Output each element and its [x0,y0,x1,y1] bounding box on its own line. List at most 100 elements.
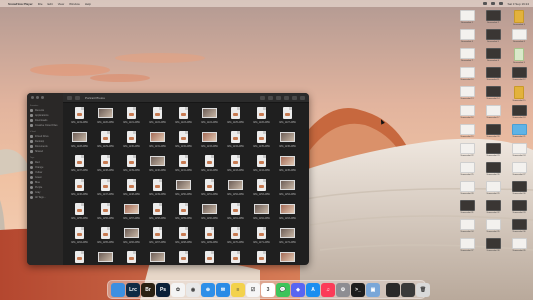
desktop-file-icon[interactable]: Screenshot 8 [481,48,505,62]
control-center-icon[interactable] [499,2,504,5]
file-item[interactable]: IMG_1244.ARW [249,154,274,178]
notes-app-icon[interactable]: ≡ [231,282,245,297]
desktop-file-icon[interactable]: Screenshot 7 [455,48,479,62]
terminal-app-icon[interactable]: >_ [351,282,365,297]
desktop-file-icon[interactable]: Screenshot 33 [507,200,531,214]
file-item[interactable]: IMG_1236.ARW [275,130,300,154]
desktop-file-icon[interactable]: Screenshot 35 [481,219,505,233]
battery-icon[interactable] [491,2,496,5]
file-item[interactable]: IMG_1253.ARW [249,178,274,202]
file-item[interactable]: IMG_1247.ARW [93,178,118,202]
preview-app-icon[interactable]: ▣ [366,282,380,297]
safari-app-icon[interactable]: ⊕ [201,282,215,297]
desktop-file-icon[interactable]: Screenshot 24 [507,143,531,157]
file-item[interactable]: IMG_1273.ARW [67,250,92,265]
file-item[interactable]: IMG_1254.ARW [275,178,300,202]
file-item[interactable]: IMG_1221.ARW [119,106,144,130]
photos-app-icon[interactable]: ✿ [171,282,185,297]
share-button[interactable] [276,95,281,100]
desktop-file-icon[interactable]: Screenshot 13 [455,86,479,100]
file-item[interactable]: IMG_1230.ARW [119,130,144,154]
desktop-file-icon[interactable]: Screenshot 12 [507,67,531,81]
file-item[interactable]: IMG_1274.ARW [93,250,118,265]
zoom-window-button[interactable] [41,96,44,99]
sidebar-item[interactable]: All Tags… [30,195,63,200]
desktop-file-icon[interactable]: Screenshot 34 [455,219,479,233]
desktop-file-icon[interactable]: Screenshot 15 [507,86,531,102]
file-item[interactable]: IMG_1220.ARW [93,106,118,130]
file-item[interactable]: IMG_1249.ARW [145,178,170,202]
file-item[interactable]: IMG_1243.ARW [223,154,248,178]
trash-icon[interactable]: 🗑 [416,282,430,297]
file-item[interactable]: IMG_1265.ARW [93,226,118,250]
desktop-file-icon[interactable]: Screenshot 21 [507,124,531,138]
sidebar-item[interactable]: Creative Cloud Files [30,123,63,128]
menubar-clock[interactable]: Sat 3 Sep 19:24 [507,2,529,6]
file-item[interactable]: IMG_1242.ARW [197,154,222,178]
file-item[interactable]: IMG_1267.ARW [145,226,170,250]
forward-button[interactable] [75,95,80,100]
file-item[interactable]: IMG_1258.ARW [145,202,170,226]
file-item[interactable]: IMG_1280.ARW [249,250,274,265]
file-item[interactable]: IMG_1275.ARW [119,250,144,265]
desktop-file-icon[interactable]: Screenshot 36 [507,219,531,233]
file-item[interactable]: IMG_1245.ARW [275,154,300,178]
back-button[interactable] [67,95,72,100]
file-item[interactable]: IMG_1238.ARW [93,154,118,178]
file-item[interactable]: IMG_1219.ARW [67,106,92,130]
file-item[interactable]: IMG_1264.ARW [67,226,92,250]
file-item[interactable]: IMG_1227.ARW [275,106,300,130]
file-item[interactable]: IMG_1226.ARW [249,106,274,130]
desktop-file-icon[interactable]: Screenshot 14 [481,86,505,100]
file-item[interactable]: IMG_1256.ARW [93,202,118,226]
desktop-file-icon[interactable]: Screenshot 32 [481,200,505,214]
desktop-file-icon[interactable]: Screenshot 20 [481,124,505,138]
menu-app-name[interactable]: SnowFlow Player [8,2,33,6]
file-item[interactable]: IMG_1269.ARW [197,226,222,250]
desktop-file-icon[interactable]: Screenshot 29 [481,181,505,195]
tag-button[interactable] [284,95,289,100]
group-button[interactable] [268,95,273,100]
file-item[interactable]: IMG_1251.ARW [197,178,222,202]
desktop-file-icon[interactable]: Screenshot 4 [455,29,479,43]
file-item[interactable]: IMG_1262.ARW [249,202,274,226]
file-item[interactable]: IMG_1240.ARW [145,154,170,178]
file-item[interactable]: IMG_1241.ARW [171,154,196,178]
sidebar-item[interactable]: Shared [30,149,63,154]
messages-app-icon[interactable]: 💬 [276,282,290,297]
file-item[interactable]: IMG_1239.ARW [119,154,144,178]
file-item[interactable]: IMG_1229.ARW [93,130,118,154]
desktop-file-icon[interactable]: Screenshot 16 [455,105,479,119]
desktop-file-icon[interactable]: Screenshot 11 [481,67,505,81]
view-mode-button[interactable] [260,95,265,100]
file-item[interactable]: IMG_1225.ARW [223,106,248,130]
desktop-file-icon[interactable]: Screenshot 30 [507,181,531,195]
file-item[interactable]: IMG_1270.ARW [223,226,248,250]
file-item[interactable]: IMG_1272.ARW [275,226,300,250]
file-item[interactable]: IMG_1233.ARW [197,130,222,154]
file-item[interactable]: IMG_1222.ARW [145,106,170,130]
desktop-file-icon[interactable]: Screenshot 25 [455,162,479,176]
desktop-file-icon[interactable]: Screenshot 6 [507,29,531,43]
file-item[interactable]: IMG_1246.ARW [67,178,92,202]
desktop-file-icon[interactable]: Screenshot 28 [455,181,479,195]
menu-help[interactable]: Help [85,2,91,6]
chrome-app-icon[interactable]: ◉ [186,282,200,297]
desktop-file-icon[interactable]: Screenshot 26 [481,162,505,176]
file-item[interactable]: IMG_1250.ARW [171,178,196,202]
desktop-file-icon[interactable]: Screenshot 10 [455,67,479,81]
desktop-file-icon[interactable]: Screenshot 37 [455,238,479,252]
file-item[interactable]: IMG_1257.ARW [119,202,144,226]
desktop-file-icon[interactable]: Screenshot 1 [455,10,479,24]
app-store-app-icon[interactable]: A [306,282,320,297]
file-item[interactable]: IMG_1276.ARW [145,250,170,265]
file-item[interactable]: IMG_1252.ARW [223,178,248,202]
desktop-file-icon[interactable]: Screenshot 9 [507,48,531,64]
desktop-file-icon[interactable]: Screenshot 31 [455,200,479,214]
recent-window-1-icon[interactable] [386,282,400,297]
desktop-file-icon[interactable]: Screenshot 18 [507,105,531,119]
file-item[interactable]: IMG_1263.ARW [275,202,300,226]
recent-window-2-icon[interactable] [401,282,415,297]
desktop-file-icon[interactable]: Screenshot 2 [481,10,505,24]
finder-app-icon[interactable] [111,282,125,297]
